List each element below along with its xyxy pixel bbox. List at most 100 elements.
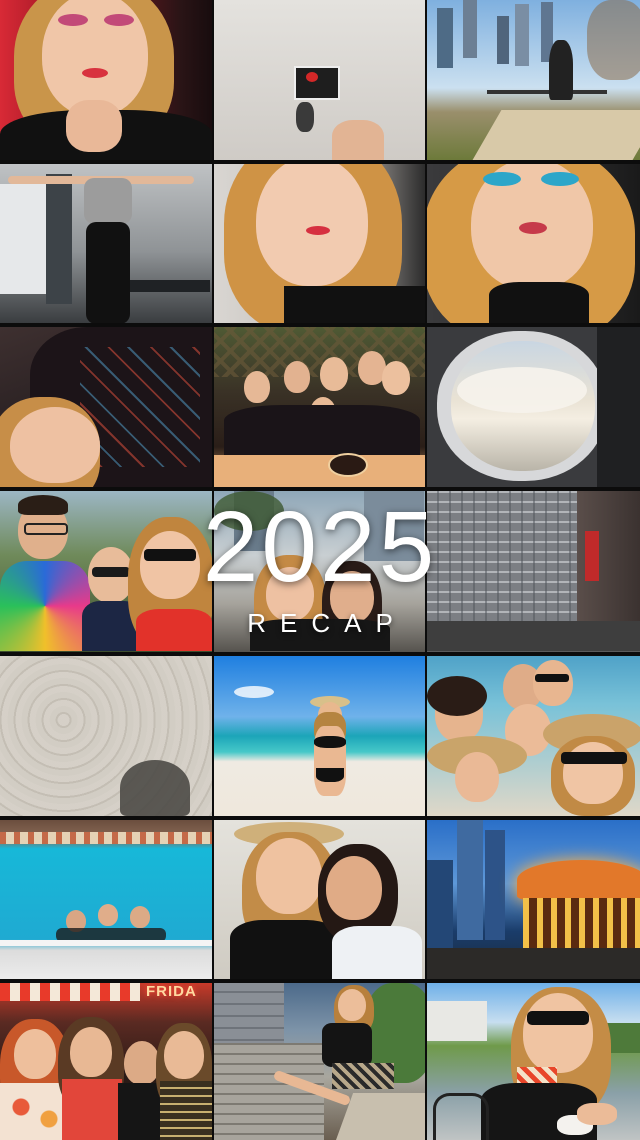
photo-tile-friends-outdoors[interactable] <box>0 491 212 652</box>
pool-edge <box>0 940 212 946</box>
black-clothing <box>250 619 390 651</box>
photo-tile-swimming-pool[interactable] <box>0 820 212 979</box>
face <box>14 1029 56 1079</box>
banner <box>585 531 599 581</box>
person <box>549 40 573 100</box>
face <box>256 164 368 286</box>
black-top <box>322 1023 372 1067</box>
face <box>533 660 573 706</box>
hand <box>332 120 384 160</box>
cloud <box>234 686 274 698</box>
tie-dye-shirt <box>0 561 90 651</box>
photo-tile-beach-swimwear[interactable] <box>214 656 425 816</box>
face <box>98 904 118 926</box>
path <box>472 110 640 160</box>
face <box>266 567 314 621</box>
shadow <box>120 760 190 816</box>
pool-deck <box>0 832 212 844</box>
carousel-roof <box>517 860 640 900</box>
black-swimsuit <box>230 920 340 979</box>
outlet <box>294 66 340 100</box>
skyscraper <box>427 860 453 950</box>
street <box>427 621 640 651</box>
eye-makeup <box>104 14 134 26</box>
white-swimsuit <box>332 926 422 979</box>
photo-tile-city-plaza-selfie[interactable] <box>214 491 425 652</box>
bench <box>130 280 210 292</box>
sunglasses <box>144 549 196 561</box>
hand <box>577 1103 617 1125</box>
photo-tile-park-city-skyline[interactable] <box>427 0 640 160</box>
face <box>330 571 374 623</box>
face <box>164 1031 204 1079</box>
face <box>338 989 366 1021</box>
tower <box>497 16 509 64</box>
photo-tile-downtown-buildings[interactable] <box>427 491 640 652</box>
photo-tile-beach-two-friends[interactable] <box>214 820 425 979</box>
tree <box>587 0 640 80</box>
bikini-bottom <box>316 768 344 782</box>
black-top <box>489 282 589 323</box>
lips <box>306 226 330 235</box>
plaid-skirt <box>332 1063 394 1089</box>
photo-tile-selfie-blue-makeup[interactable] <box>427 164 640 323</box>
photo-collage: FRIDA <box>0 0 640 1140</box>
tower <box>437 8 453 68</box>
photo-tile-cafe-sunglasses[interactable] <box>427 983 640 1140</box>
photo-tile-airplane-window[interactable] <box>427 327 640 487</box>
sunglasses <box>535 674 569 682</box>
eye-makeup <box>483 172 521 186</box>
photo-tile-selfie-pink-makeup[interactable] <box>0 0 212 160</box>
skyscraper <box>457 820 483 940</box>
face <box>256 838 322 914</box>
building <box>364 491 424 561</box>
photo-tile-selfie-blonde[interactable] <box>214 164 425 323</box>
eye-makeup <box>541 172 579 186</box>
dark-hair <box>427 676 487 716</box>
photo-tile-wall-outlet-keys[interactable] <box>214 0 425 160</box>
floral-top <box>0 1083 70 1140</box>
dark-hair <box>18 495 68 515</box>
photo-tile-restaurant-friends[interactable]: FRIDA <box>0 983 212 1140</box>
photo-tile-beach-sand-shadow[interactable] <box>0 656 212 816</box>
cabin-wall <box>597 327 640 487</box>
photo-tile-lying-selfie[interactable] <box>0 327 212 487</box>
lips <box>82 68 108 78</box>
face <box>70 1027 112 1077</box>
window <box>0 184 46 294</box>
black-top <box>284 286 425 323</box>
photo-tile-beach-group-selfie[interactable] <box>427 656 640 816</box>
face <box>140 531 200 599</box>
sunglasses <box>527 1011 589 1025</box>
photo-tile-carousel-skyline[interactable] <box>427 820 640 979</box>
table <box>214 455 425 487</box>
tower <box>463 0 477 58</box>
cake <box>328 453 368 477</box>
lips <box>519 222 547 234</box>
face <box>244 371 270 403</box>
bikini-top <box>314 736 346 748</box>
carousel-body <box>523 898 640 948</box>
face <box>320 357 348 391</box>
red-top <box>62 1079 122 1140</box>
face <box>326 856 382 920</box>
chair <box>433 1093 489 1140</box>
photo-tile-friends-dinner[interactable] <box>214 327 425 487</box>
crowd <box>427 948 640 979</box>
glasses <box>24 523 68 535</box>
eye-makeup <box>58 14 88 26</box>
clouds <box>457 367 587 413</box>
plaid-top <box>160 1081 212 1140</box>
shirt <box>84 178 132 224</box>
sunglasses <box>561 752 627 764</box>
group-clothing <box>224 405 420 457</box>
photo-tile-boardwalk-sitting[interactable] <box>214 983 425 1140</box>
pillar <box>46 174 72 304</box>
face <box>124 1041 160 1085</box>
trees <box>214 491 284 531</box>
hand <box>66 100 122 152</box>
photo-tile-gym-stretch[interactable] <box>0 164 212 323</box>
awning <box>0 983 140 1001</box>
red-top <box>136 609 212 651</box>
leggings <box>86 222 130 323</box>
